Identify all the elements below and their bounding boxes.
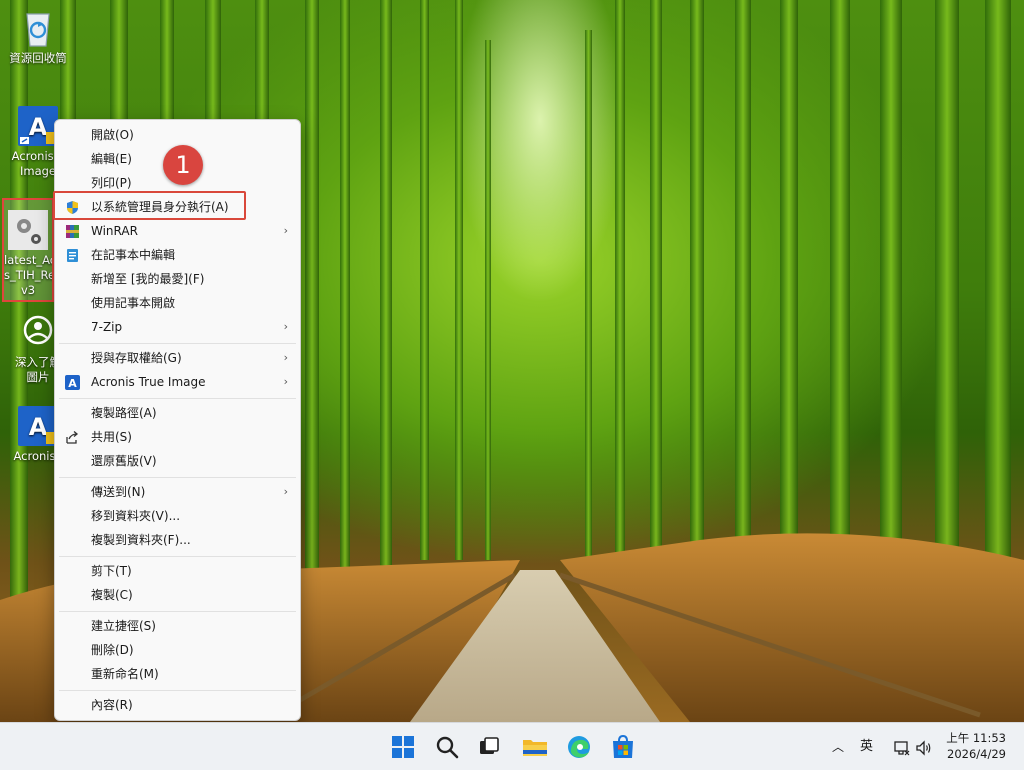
notepad-icon	[65, 248, 80, 263]
menu-separator	[59, 398, 296, 399]
search-button[interactable]	[431, 731, 463, 763]
menu-item-restore-previous[interactable]: 還原舊版(V)	[59, 450, 296, 472]
recycle-bin-label: 資源回收筒	[9, 51, 67, 65]
menu-separator	[59, 611, 296, 612]
chevron-right-icon: ›	[283, 485, 288, 498]
step-number-badge: 1	[163, 145, 203, 185]
menu-item-label: WinRAR	[91, 224, 138, 238]
menu-item-label: 共用(S)	[91, 430, 132, 444]
svg-text:A: A	[29, 113, 48, 141]
menu-separator	[59, 343, 296, 344]
share-icon	[65, 430, 80, 445]
chevron-right-icon: ›	[283, 351, 288, 364]
menu-item-label: 7-Zip	[91, 320, 123, 334]
menu-item-send-to[interactable]: 傳送到(N) ›	[59, 481, 296, 503]
taskbar: ︿ 英 上午 11:53 2026/4/29	[0, 722, 1024, 770]
menu-item-label: 授與存取權給(G)	[91, 351, 182, 365]
show-hidden-icons-button[interactable]: ︿	[830, 723, 846, 771]
edge-icon	[568, 736, 590, 758]
menu-item-label: 複製路徑(A)	[91, 406, 157, 420]
menu-item-rename[interactable]: 重新命名(M)	[59, 663, 296, 685]
run-as-admin-highlight	[53, 191, 246, 220]
menu-separator	[59, 556, 296, 557]
menu-item-label: 還原舊版(V)	[91, 454, 157, 468]
chevron-right-icon: ›	[283, 320, 288, 333]
menu-item-give-access[interactable]: 授與存取權給(G) ›	[59, 347, 296, 369]
menu-item-label: 在記事本中編輯	[91, 248, 176, 262]
recycle-bin-icon[interactable]: 資源回收筒	[0, 8, 76, 66]
acronis-logo-icon: A	[18, 406, 58, 446]
menu-item-label: 列印(P)	[91, 176, 132, 190]
svg-text:A: A	[29, 413, 48, 441]
menu-item-copy-path[interactable]: 複製路徑(A)	[59, 402, 296, 424]
menu-item-label: 刪除(D)	[91, 643, 134, 657]
menu-item-label: 編輯(E)	[91, 152, 132, 166]
edge-browser-button[interactable]	[563, 731, 595, 763]
network-status-button[interactable]	[893, 723, 911, 771]
task-view-icon	[480, 737, 499, 754]
task-view-button[interactable]	[473, 731, 505, 763]
menu-item-properties[interactable]: 內容(R)	[59, 694, 296, 716]
windows-logo-icon	[392, 736, 414, 758]
menu-item-label: 開啟(O)	[91, 128, 134, 142]
input-language-indicator[interactable]: 英	[860, 723, 878, 771]
acronis-logo-icon: A	[18, 106, 58, 146]
store-icon	[613, 734, 633, 758]
clock-time: 上午 11:53	[946, 731, 1006, 745]
menu-item-7zip[interactable]: 7-Zip ›	[59, 316, 296, 338]
microsoft-store-button[interactable]	[607, 731, 639, 763]
person-circle-icon	[18, 312, 58, 352]
menu-item-create-shortcut[interactable]: 建立捷徑(S)	[59, 615, 296, 637]
speaker-icon	[916, 739, 931, 756]
menu-item-edit-in-notepad[interactable]: 在記事本中編輯	[59, 244, 296, 266]
acronis-logo-icon: A	[65, 375, 80, 390]
network-icon	[894, 740, 910, 755]
winrar-icon	[65, 224, 80, 239]
menu-item-label: 傳送到(N)	[91, 485, 146, 499]
menu-item-label: 建立捷徑(S)	[91, 619, 156, 633]
menu-item-open[interactable]: 開啟(O)	[59, 124, 296, 146]
menu-item-label: 複製到資料夾(F)...	[91, 533, 191, 547]
menu-item-label: 移到資料夾(V)...	[91, 509, 181, 523]
selected-file-label: latest_Ac s_TIH_Re v3	[4, 253, 57, 297]
menu-item-add-to-favorites[interactable]: 新增至 [我的最愛](F)	[59, 268, 296, 290]
chevron-right-icon: ›	[283, 375, 288, 388]
menu-item-label: 內容(R)	[91, 698, 133, 712]
file-explorer-button[interactable]	[519, 731, 551, 763]
menu-item-cut[interactable]: 剪下(T)	[59, 560, 296, 582]
recycle-bin-glyph-icon	[18, 8, 58, 48]
start-button[interactable]	[387, 731, 419, 763]
menu-item-acronis[interactable]: A Acronis True Image ›	[59, 371, 296, 393]
menu-item-label: 新增至 [我的最愛](F)	[91, 272, 205, 286]
clock[interactable]: 上午 11:53 2026/4/29	[946, 730, 1006, 762]
menu-item-move-to-folder[interactable]: 移到資料夾(V)...	[59, 505, 296, 527]
menu-item-delete[interactable]: 刪除(D)	[59, 639, 296, 661]
chevron-up-icon: ︿	[831, 740, 844, 754]
menu-item-winrar[interactable]: WinRAR ›	[59, 220, 296, 242]
menu-item-label: 複製(C)	[91, 588, 133, 602]
chevron-right-icon: ›	[283, 224, 288, 237]
menu-item-label: 使用記事本開啟	[91, 296, 176, 310]
menu-separator	[59, 477, 296, 478]
settings-gears-icon	[8, 210, 48, 250]
menu-item-copy-to-folder[interactable]: 複製到資料夾(F)...	[59, 529, 296, 551]
svg-text:A: A	[68, 377, 77, 390]
menu-item-open-with-notepad[interactable]: 使用記事本開啟	[59, 292, 296, 314]
folder-icon	[523, 740, 547, 756]
volume-button[interactable]	[915, 723, 933, 771]
menu-item-label: 剪下(T)	[91, 564, 132, 578]
menu-item-label: Acronis True Image	[91, 375, 206, 389]
clock-date: 2026/4/29	[947, 747, 1006, 761]
selected-file-icon[interactable]: latest_Ac s_TIH_Re v3	[2, 198, 57, 302]
menu-item-label: 重新命名(M)	[91, 667, 159, 681]
menu-separator	[59, 690, 296, 691]
search-icon	[436, 736, 459, 759]
menu-item-copy[interactable]: 複製(C)	[59, 584, 296, 606]
menu-item-share[interactable]: 共用(S)	[59, 426, 296, 448]
